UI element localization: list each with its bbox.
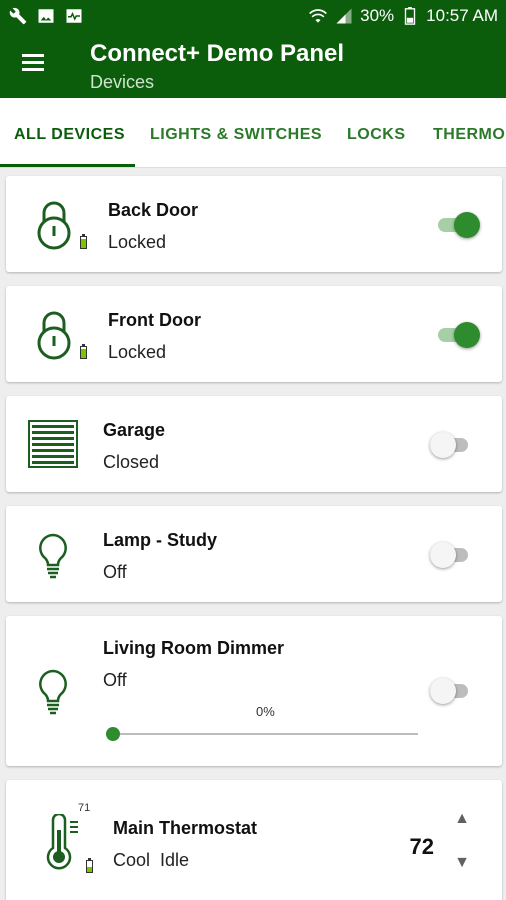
device-toggle[interactable]: [438, 320, 480, 350]
dimmer-slider[interactable]: [106, 724, 418, 744]
device-status: Locked: [108, 342, 167, 362]
lightbulb-icon: [36, 668, 70, 721]
device-name: Living Room Dimmer: [103, 638, 285, 658]
clock: 10:57 AM: [426, 6, 498, 25]
tab-locks[interactable]: LOCKS: [347, 126, 406, 144]
tab-all-devices[interactable]: ALL DEVICES: [14, 126, 125, 144]
lock-icon: [36, 310, 72, 365]
lightbulb-icon: [36, 532, 70, 585]
image-icon: [36, 6, 56, 26]
battery-level-icon: [80, 344, 87, 359]
tab-thermostats[interactable]: THERMO: [433, 126, 505, 144]
device-status: Locked: [108, 232, 167, 252]
device-card-main-thermostat[interactable]: 71 Main Thermostat Cool Idle 72 ▲ ▼: [6, 780, 502, 900]
device-name: Main Thermostat: [113, 818, 258, 838]
device-status: Off: [103, 562, 127, 582]
hamburger-menu-icon[interactable]: [20, 51, 50, 79]
device-name: Back Door: [108, 200, 199, 220]
status-bar: 30% 10:57 AM: [0, 0, 506, 32]
thermometer-icon: [42, 812, 82, 877]
battery-icon: [400, 6, 420, 26]
battery-percent: 30%: [360, 6, 395, 25]
device-status: Cool Idle: [113, 850, 190, 870]
app-title: Connect+ Demo Panel: [90, 40, 345, 67]
app-subtitle: Devices: [90, 72, 155, 92]
slider-thumb[interactable]: [106, 727, 120, 741]
device-card-front-door[interactable]: Front Door Locked: [6, 286, 502, 382]
device-name: Garage: [103, 420, 166, 440]
device-card-garage[interactable]: Garage Closed: [6, 396, 502, 492]
device-toggle[interactable]: [438, 210, 480, 240]
current-temperature: 71: [78, 802, 91, 814]
lock-icon: [36, 200, 72, 255]
activity-icon: [64, 6, 84, 26]
setpoint-up-arrow-icon[interactable]: ▲: [454, 810, 470, 828]
battery-level-icon: [86, 858, 93, 873]
device-toggle[interactable]: [430, 676, 470, 706]
device-toggle[interactable]: [430, 540, 470, 570]
device-status: Off: [103, 670, 127, 690]
device-name: Front Door: [108, 310, 201, 330]
device-card-living-room-dimmer[interactable]: Living Room Dimmer Off 0%: [6, 616, 502, 766]
device-name: Lamp - Study: [103, 530, 218, 550]
app-bar: Connect+ Demo Panel Devices: [0, 32, 506, 98]
device-tabs: ALL DEVICES LIGHTS & SWITCHES LOCKS THER…: [0, 98, 506, 168]
device-card-back-door[interactable]: Back Door Locked: [6, 176, 502, 272]
signal-icon: [334, 6, 354, 26]
slider-track: [114, 733, 418, 735]
dimmer-level-label: 0%: [256, 704, 275, 719]
device-card-lamp-study[interactable]: Lamp - Study Off: [6, 506, 502, 602]
thermostat-setpoint: 72: [409, 834, 434, 859]
tab-lights-switches[interactable]: LIGHTS & SWITCHES: [150, 126, 322, 144]
device-status: Closed: [103, 452, 160, 472]
setpoint-down-arrow-icon[interactable]: ▼: [454, 854, 470, 872]
wifi-icon: [308, 6, 328, 26]
device-toggle[interactable]: [430, 430, 470, 460]
active-tab-indicator: [0, 164, 135, 167]
garage-door-icon: [28, 420, 78, 473]
wrench-icon: [8, 6, 28, 26]
battery-level-icon: [80, 234, 87, 249]
